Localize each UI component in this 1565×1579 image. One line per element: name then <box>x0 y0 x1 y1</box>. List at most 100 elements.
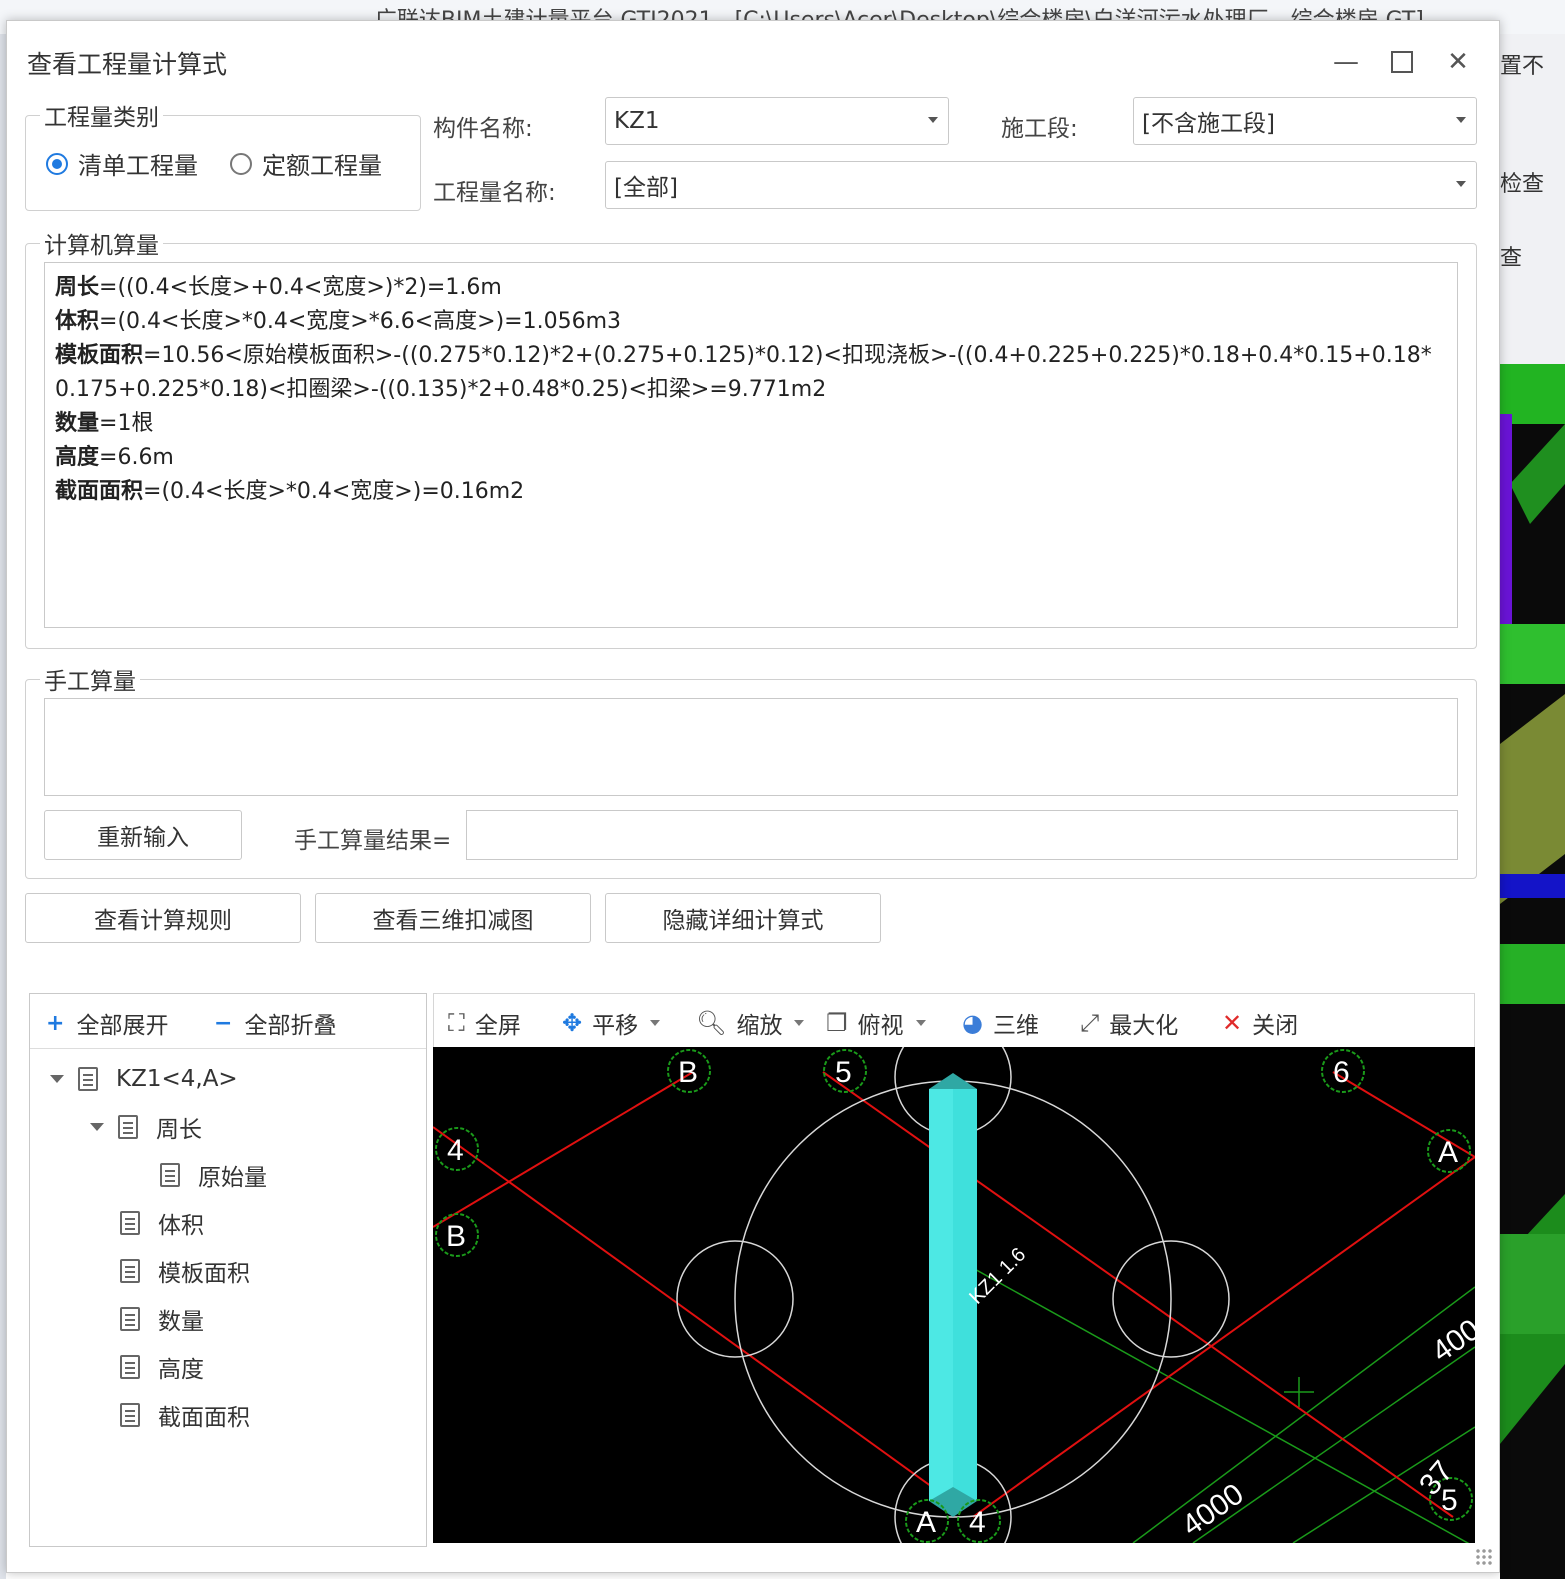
maximize-view-label: 最大化 <box>1109 1013 1179 1039</box>
axis-label: 4 <box>447 1134 464 1167</box>
view-3d-deduction-button[interactable]: 查看三维扣减图 <box>315 893 591 943</box>
grid-line <box>1132 1286 1475 1543</box>
axis-bubble: 4 <box>957 1499 1001 1543</box>
3d-viewport[interactable]: KZ1 1.6 B 5 6 4 B A A 4 5 4000 400 37 <box>433 1047 1475 1543</box>
magnifier-icon: 🔍︎ <box>696 1009 727 1037</box>
tree-node-original[interactable]: 原始量 <box>160 1158 267 1192</box>
formula-textbox[interactable]: 周长=((0.4<长度>+0.4<宽度>)*2)=1.6m 体积=(0.4<长度… <box>44 262 1458 628</box>
quantity-name-value: [全部] <box>614 175 678 201</box>
tree-node-label: 高度 <box>158 1357 204 1383</box>
resize-grip[interactable] <box>1475 1548 1493 1566</box>
dropdown-arrow-icon <box>1456 117 1466 123</box>
minimize-button[interactable]: — <box>1329 45 1363 79</box>
quantity-type-group: 工程量类别 清单工程量 定额工程量 <box>25 98 421 211</box>
close-view-button[interactable]: ✕ 关闭 <box>1222 1006 1298 1040</box>
expand-all-label: 全部展开 <box>76 1013 169 1039</box>
axis-line <box>972 1156 1475 1518</box>
document-icon <box>120 1403 140 1427</box>
tree-node-section-area[interactable]: 截面面积 <box>120 1398 250 1432</box>
formula-name: 体积 <box>55 309 100 334</box>
tree-node-perimeter[interactable]: 周长 <box>90 1110 202 1144</box>
pan-button[interactable]: ✥ 平移 <box>562 1006 661 1040</box>
maximize-view-icon: ⤢ <box>1080 1009 1100 1037</box>
tree-node-label: 模板面积 <box>158 1261 250 1287</box>
axis-bubble: B <box>435 1213 479 1257</box>
axis-line <box>822 1071 1454 1518</box>
stage-label: 施工段: <box>1001 116 1078 142</box>
maximize-button[interactable] <box>1385 45 1419 79</box>
dropdown-arrow-icon <box>650 1020 661 1026</box>
axis-bubble: B <box>667 1049 711 1093</box>
stage-select[interactable]: [不含施工段] <box>1133 97 1477 145</box>
maximize-view-button[interactable]: ⤢ 最大化 <box>1080 1006 1178 1040</box>
dimension-label: 400 <box>1426 1313 1475 1369</box>
axis-label: A <box>916 1506 936 1539</box>
radio-bill-quantity[interactable]: 清单工程量 <box>46 146 198 181</box>
3d-button[interactable]: ◕ 三维 <box>962 1006 1039 1040</box>
dropdown-arrow-icon <box>928 117 938 123</box>
tree-node-height[interactable]: 高度 <box>120 1350 204 1384</box>
dropdown-arrow-icon <box>794 1020 805 1026</box>
expand-all-icon: + <box>46 1010 65 1036</box>
close-icon: ✕ <box>1222 1009 1243 1037</box>
manual-formula-input[interactable] <box>44 698 1458 796</box>
top-view-button[interactable]: ❐ 俯视 <box>826 1006 926 1040</box>
fullscreen-icon: ⛶ <box>448 1009 465 1037</box>
expanded-caret-icon <box>50 1075 64 1083</box>
formula-name: 模板面积 <box>55 343 144 368</box>
axis-line <box>433 1126 954 1503</box>
hide-detail-button[interactable]: 隐藏详细计算式 <box>605 893 881 943</box>
tree-node-volume[interactable]: 体积 <box>120 1206 204 1240</box>
top-view-label: 俯视 <box>857 1013 904 1039</box>
axis-label: 6 <box>1333 1056 1350 1089</box>
background-text-2: 检查 <box>1500 172 1545 197</box>
sphere-icon: ◕ <box>962 1009 983 1037</box>
close-icon: ✕ <box>1447 47 1469 77</box>
radio-quota-quantity[interactable]: 定额工程量 <box>230 146 382 181</box>
pan-icon: ✥ <box>562 1009 583 1037</box>
tree-node-label: 数量 <box>158 1309 204 1335</box>
quantity-name-select[interactable]: [全部] <box>605 161 1477 209</box>
reenter-button[interactable]: 重新输入 <box>44 810 242 860</box>
formula-expr: =6.6m <box>99 445 174 470</box>
dialog-title: 查看工程量计算式 <box>27 50 228 79</box>
axis-label: 5 <box>835 1056 852 1089</box>
background-text-3: 查 <box>1500 246 1523 271</box>
radio-quota-quantity-label: 定额工程量 <box>262 152 382 180</box>
radio-checked-icon <box>46 152 68 175</box>
component-name-select[interactable]: KZ1 <box>605 97 949 145</box>
formula-line: 高度=6.6m <box>55 441 1447 475</box>
fullscreen-label: 全屏 <box>474 1013 521 1039</box>
formula-line: 数量=1根 <box>55 407 1447 441</box>
formula-expr: =((0.4<长度>+0.4<宽度>)*2)=1.6m <box>99 275 502 300</box>
manual-calc-group: 手工算量 重新输入 手工算量结果= <box>25 662 1477 879</box>
formula-line: 模板面积=10.56<原始模板面积>-((0.275*0.12)*2+(0.27… <box>55 339 1447 407</box>
zoom-button[interactable]: 🔍︎ 缩放 <box>696 1006 805 1040</box>
formula-line: 截面面积=(0.4<长度>*0.4<宽度>)=0.16m2 <box>55 475 1447 509</box>
pan-label: 平移 <box>592 1013 639 1039</box>
manual-result-input[interactable] <box>466 810 1458 860</box>
tree-node-root[interactable]: KZ1<4,A> <box>50 1062 238 1096</box>
tree-node-formwork-area[interactable]: 模板面积 <box>120 1254 250 1288</box>
computer-calc-label: 计算机算量 <box>40 226 163 260</box>
3d-label: 三维 <box>992 1013 1039 1039</box>
column-kz1: KZ1 1.6 <box>929 1073 1030 1517</box>
close-button[interactable]: ✕ <box>1441 45 1475 79</box>
view-rules-button[interactable]: 查看计算规则 <box>25 893 301 943</box>
close-view-label: 关闭 <box>1252 1013 1299 1039</box>
radio-unchecked-icon <box>230 152 252 175</box>
expand-all-button[interactable]: + 全部展开 <box>46 1006 168 1040</box>
formula-line: 体积=(0.4<长度>*0.4<宽度>*6.6<高度>)=1.056m3 <box>55 305 1447 339</box>
quantity-formula-dialog: 查看工程量计算式 — ✕ 工程量类别 清单工程量 定额工程量 构件名称: KZ1… <box>6 20 1500 1573</box>
manual-calc-label: 手工算量 <box>40 662 140 696</box>
axis-label: A <box>1438 1136 1458 1169</box>
tree-node-label: 周长 <box>156 1117 202 1143</box>
formula-expr: =(0.4<长度>*0.4<宽度>*6.6<高度>)=1.056m3 <box>99 309 622 334</box>
cube-icon: ❐ <box>826 1009 848 1037</box>
zoom-label: 缩放 <box>736 1013 783 1039</box>
collapse-all-button[interactable]: − 全部折叠 <box>214 1006 336 1040</box>
tree-node-count[interactable]: 数量 <box>120 1302 204 1336</box>
fullscreen-button[interactable]: ⛶ 全屏 <box>448 1006 521 1040</box>
axis-bubble: 5 <box>823 1049 867 1093</box>
radio-bill-quantity-label: 清单工程量 <box>78 152 198 180</box>
